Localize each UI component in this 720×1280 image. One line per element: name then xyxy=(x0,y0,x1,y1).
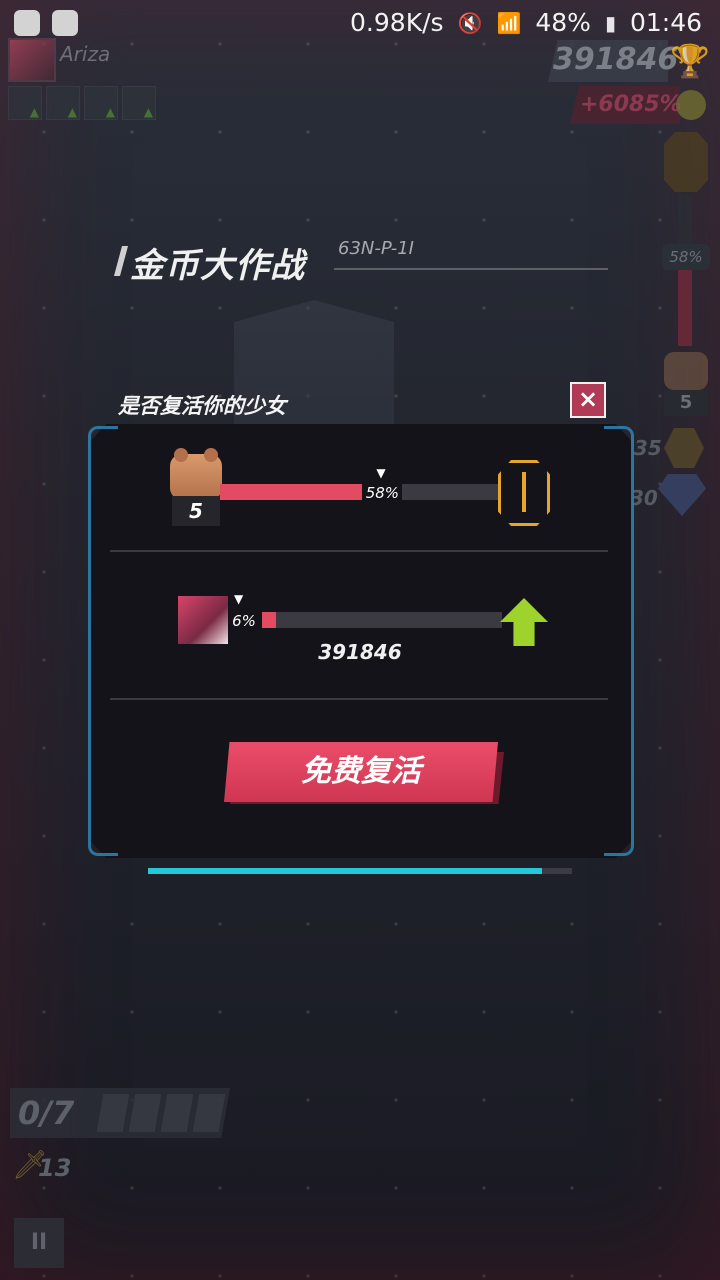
close-button[interactable]: × xyxy=(570,382,606,418)
sword-count: 13 xyxy=(38,1154,72,1182)
stage-title: 金币大作战 xyxy=(130,246,305,286)
coffin-goal-icon-line xyxy=(522,472,526,512)
sword-icon: 🗡 xyxy=(12,1148,48,1181)
side-stat-gems: 30 xyxy=(630,486,658,510)
net-speed: 0.98K/s xyxy=(350,8,444,37)
dialog-frame-right xyxy=(604,426,634,856)
battery-icon: ▮ xyxy=(604,10,616,35)
wifi-icon: 📶 xyxy=(496,10,522,35)
player-portrait xyxy=(178,596,228,644)
ammo-count: 0/7 xyxy=(18,1094,75,1132)
trophy-icon: 🏆 xyxy=(670,42,710,80)
mute-icon: 🔇 xyxy=(457,10,483,35)
wechat-icon xyxy=(14,10,40,36)
revive-timer-fill xyxy=(148,868,543,874)
heart-buff-icon xyxy=(84,86,118,120)
hud-score: 391846 xyxy=(553,42,679,77)
side-progress-label: 58% xyxy=(662,244,710,270)
battery-percent: 48% xyxy=(535,8,591,37)
bear-level: 5 xyxy=(172,496,220,526)
dialog-divider xyxy=(110,550,608,552)
bear-progress-label: 58% xyxy=(362,483,403,503)
revive-question: 是否复活你的少女 xyxy=(118,394,286,418)
stage-title-underline xyxy=(334,268,608,270)
shopping-bag-icon xyxy=(52,10,78,36)
bear-icon xyxy=(664,352,708,390)
player-progress-track xyxy=(262,612,502,628)
laugh-icon xyxy=(676,90,706,120)
player-avatar xyxy=(8,38,56,82)
bear-progress-marker-icon: ▼ xyxy=(376,466,386,480)
buff-icon xyxy=(46,86,80,120)
side-bear-level: 5 xyxy=(664,390,708,416)
player-progress-marker-icon: ▼ xyxy=(234,592,244,606)
player-name: Ariza xyxy=(60,42,111,66)
bear-icon xyxy=(170,448,222,500)
player-progress-fill xyxy=(262,612,277,628)
clock-time: 01:46 xyxy=(629,8,702,37)
side-progress-fill xyxy=(678,258,692,346)
free-revive-button[interactable]: 免费复活 xyxy=(224,742,498,802)
buff-icon xyxy=(8,86,42,120)
dialog-frame-left xyxy=(88,426,118,856)
buff-list xyxy=(8,86,156,120)
sword-buff-icon xyxy=(122,86,156,120)
coffin-icon xyxy=(664,132,708,192)
player-score: 391846 xyxy=(318,640,402,664)
player-progress-label: 6% xyxy=(228,611,260,631)
stage-code: 63N-P-1I xyxy=(338,238,414,259)
pause-button[interactable]: II xyxy=(14,1218,64,1268)
dialog-divider xyxy=(110,698,608,700)
bear-progress-fill xyxy=(220,484,383,500)
hud-bonus: +6085% xyxy=(580,92,682,117)
